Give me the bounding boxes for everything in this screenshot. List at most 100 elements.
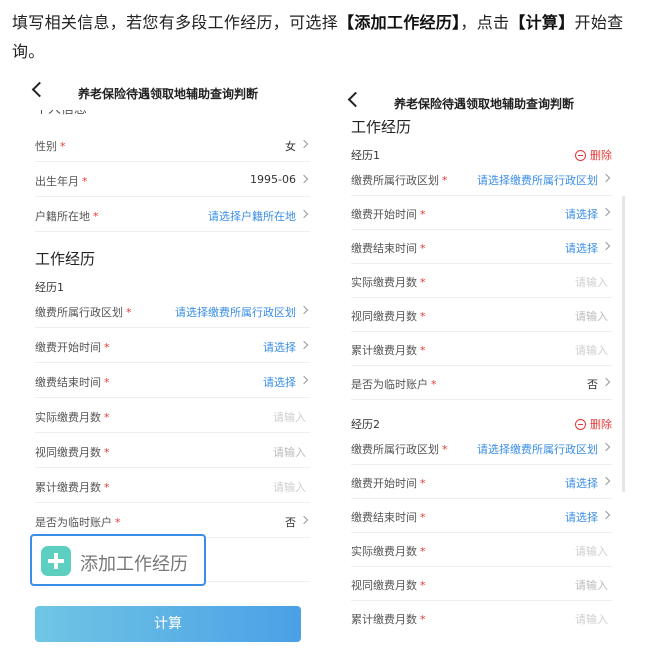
temp-account-row[interactable]: 是否为临时账户 * 否 [35,504,310,538]
scrollbar[interactable] [622,196,625,492]
required-mark: * [420,208,426,221]
deemed-months-input[interactable]: 请输入 [575,308,608,324]
region-select[interactable]: 请选择缴费所属行政区划 [477,172,598,188]
actual-months-label: 实际缴费月数 [351,545,417,558]
required-mark: * [420,579,426,592]
total-months-input[interactable]: 请输入 [575,342,608,358]
required-mark: * [115,516,121,529]
chevron-right-icon [601,442,611,452]
required-mark: * [420,242,426,255]
total-months-row[interactable]: 累计缴费月数 * 请输入 [35,469,310,503]
start-time-select[interactable]: 请选择 [565,475,598,491]
birth-date-row[interactable]: 出生年月 * 1995-06 [35,163,310,197]
chevron-right-icon [299,375,309,385]
end-time-select[interactable]: 请选择 [263,374,296,390]
start-time-row[interactable]: 缴费开始时间 * 请选择 [35,329,310,363]
experience-1-label: 经历1 [351,149,380,162]
delete-circle-icon [575,419,586,430]
chevron-right-icon [299,209,309,219]
experience-1-label: 经历1 [35,281,64,294]
gender-row[interactable]: 性别 * 女 [35,128,310,162]
required-mark: * [60,140,66,153]
required-mark: * [104,481,110,494]
total-months-label: 累计缴费月数 [351,613,417,626]
actual-months-label: 实际缴费月数 [351,276,417,289]
household-select[interactable]: 请选择户籍所在地 [208,208,296,224]
delete-experience-2-button[interactable]: 删除 [575,416,612,432]
required-mark: * [104,376,110,389]
required-mark: * [104,411,110,424]
actual-months-label: 实际缴费月数 [35,411,101,424]
chevron-right-icon [601,173,611,183]
end-time-label: 缴费结束时间 [351,242,417,255]
calculate-button[interactable]: 计算 [35,606,301,642]
total-months-row[interactable]: 累计缴费月数 * 请输入 [351,332,612,366]
actual-months-row[interactable]: 实际缴费月数 * 请输入 [35,399,310,433]
delete-experience-1-button[interactable]: 删除 [575,147,612,163]
chevron-right-icon [601,377,611,387]
deemed-months-label: 视同缴费月数 [351,579,417,592]
delete-circle-icon [575,150,586,161]
actual-months-row[interactable]: 实际缴费月数 * 请输入 [351,264,612,298]
required-mark: * [420,613,426,626]
deemed-months-input[interactable]: 请输入 [273,444,306,460]
deemed-months-row[interactable]: 视同缴费月数 * 请输入 [35,434,310,468]
region-row[interactable]: 缴费所属行政区划 * 请选择缴费所属行政区划 [35,294,310,328]
required-mark: * [104,446,110,459]
required-mark: * [126,306,132,319]
gender-label: 性别 [35,140,57,153]
intro-text-2: ，点击 [460,13,510,32]
region-row[interactable]: 缴费所属行政区划 * 请选择缴费所属行政区划 [351,162,612,196]
add-work-experience-button[interactable]: 添加工作经历 [30,534,206,586]
temp-account-row[interactable]: 是否为临时账户 * 否 [351,366,612,400]
deemed-months-row[interactable]: 视同缴费月数 * 请输入 [351,567,612,601]
household-label: 户籍所在地 [35,210,90,223]
required-mark: * [420,511,426,524]
end-time-row[interactable]: 缴费结束时间 * 请选择 [351,230,612,264]
required-mark: * [442,443,448,456]
work-history-heading: 工作经历 [35,250,96,268]
chevron-right-icon [601,476,611,486]
deemed-months-row[interactable]: 视同缴费月数 * 请输入 [351,298,612,332]
required-mark: * [93,210,99,223]
deemed-months-input[interactable]: 请输入 [575,577,608,593]
deemed-months-label: 视同缴费月数 [351,310,417,323]
region-select[interactable]: 请选择缴费所属行政区划 [175,304,296,320]
actual-months-row[interactable]: 实际缴费月数 * 请输入 [351,533,612,567]
actual-months-input[interactable]: 请输入 [273,409,306,425]
start-time-row[interactable]: 缴费开始时间 * 请选择 [351,196,612,230]
end-time-row[interactable]: 缴费结束时间 * 请选择 [35,364,310,398]
chevron-right-icon [299,174,309,184]
actual-months-input[interactable]: 请输入 [575,274,608,290]
total-months-input[interactable]: 请输入 [273,479,306,495]
temp-account-value: 否 [285,516,296,529]
end-time-select[interactable]: 请选择 [565,509,598,525]
start-time-label: 缴费开始时间 [351,208,417,221]
nav-bar: 养老保险待遇领取地辅助查询判断 [342,86,626,120]
region-row[interactable]: 缴费所属行政区划 * 请选择缴费所属行政区划 [351,431,612,465]
required-mark: * [431,378,437,391]
temp-account-label: 是否为临时账户 [351,378,428,391]
plus-icon [41,546,71,576]
total-months-label: 累计缴费月数 [35,481,101,494]
household-row[interactable]: 户籍所在地 * 请选择户籍所在地 [35,198,310,232]
nav-bar: 养老保险待遇领取地辅助查询判断 [26,76,310,110]
chevron-right-icon [299,515,309,525]
delete-label: 删除 [590,418,612,431]
required-mark: * [442,174,448,187]
region-select[interactable]: 请选择缴费所属行政区划 [477,441,598,457]
chevron-right-icon [299,305,309,315]
end-time-row[interactable]: 缴费结束时间 * 请选择 [351,499,612,533]
start-time-select[interactable]: 请选择 [565,206,598,222]
actual-months-input[interactable]: 请输入 [575,543,608,559]
required-mark: * [420,344,426,357]
birth-date-label: 出生年月 [35,175,79,188]
start-time-select[interactable]: 请选择 [263,339,296,355]
end-time-select[interactable]: 请选择 [565,240,598,256]
required-mark: * [420,545,426,558]
required-mark: * [420,477,426,490]
total-months-row[interactable]: 累计缴费月数 * 请输入 [351,601,612,635]
total-months-input[interactable]: 请输入 [575,611,608,627]
end-time-label: 缴费结束时间 [351,511,417,524]
start-time-row[interactable]: 缴费开始时间 * 请选择 [351,465,612,499]
